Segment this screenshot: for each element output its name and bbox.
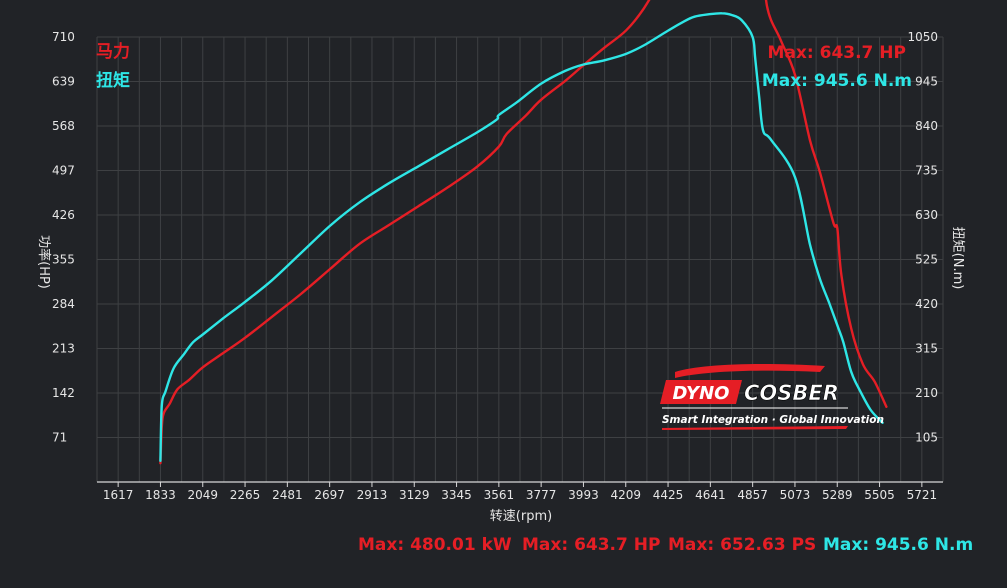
legend-torque: 扭矩 <box>96 70 130 91</box>
left-tick-label: 497 <box>52 164 75 178</box>
x-tick-label: 5721 <box>907 488 938 502</box>
right-tick-label: 420 <box>915 297 938 311</box>
legend-hp: 马力 <box>96 41 130 62</box>
footer-max-values: Max: 480.01 kW Max: 643.7 HP Max: 652.63… <box>0 535 1007 557</box>
x-tick-label: 2697 <box>314 488 345 502</box>
footer-max-ps: Max: 652.63 PS <box>668 535 817 555</box>
max-hp-corner: Max: 643.7 HP <box>768 43 906 63</box>
x-tick-label: 3561 <box>484 488 515 502</box>
footer-max-kw: Max: 480.01 kW <box>358 535 512 555</box>
x-axis-ticks: 1617 1833 2049 2265 2481 2697 2913 3129 3345 3561… <box>103 482 937 502</box>
x-tick-label: 2265 <box>230 488 261 502</box>
right-tick-label: 945 <box>915 75 938 89</box>
x-tick-label: 5289 <box>822 488 853 502</box>
footer-max-nm: Max: 945.6 N.m <box>823 535 974 555</box>
left-tick-label: 639 <box>52 75 75 89</box>
x-tick-label: 3993 <box>568 488 599 502</box>
left-tick-label: 142 <box>52 386 75 400</box>
left-tick-label: 71 <box>52 431 67 445</box>
logo-brand-right: COSBER <box>744 381 839 405</box>
dynocosber-logo: DYNO COSBER Smart Integration · Global I… <box>660 364 884 430</box>
logo-slogan: Smart Integration · Global Innovation <box>662 414 884 426</box>
right-tick-label: 105 <box>915 431 938 445</box>
logo-brand-left: DYNO <box>673 383 730 404</box>
left-tick-label: 568 <box>52 119 75 133</box>
footer-max-hp: Max: 643.7 HP <box>522 535 661 555</box>
right-tick-label: 840 <box>915 119 938 133</box>
x-tick-label: 2049 <box>187 488 218 502</box>
right-tick-label: 735 <box>915 164 938 178</box>
right-tick-label: 210 <box>915 386 938 400</box>
x-tick-label: 3345 <box>441 488 472 502</box>
right-tick-label: 525 <box>915 253 938 267</box>
x-tick-label: 3129 <box>399 488 430 502</box>
left-axis-ticks: 71 142 213 284 355 426 497 568 639 710 <box>52 30 75 445</box>
x-tick-label: 2481 <box>272 488 303 502</box>
x-tick-label: 1833 <box>145 488 176 502</box>
x-tick-label: 3777 <box>526 488 557 502</box>
right-tick-label: 1050 <box>907 30 938 44</box>
x-tick-label: 5073 <box>780 488 811 502</box>
left-tick-label: 213 <box>52 342 75 356</box>
left-tick-label: 355 <box>52 253 75 267</box>
left-tick-label: 710 <box>52 30 75 44</box>
left-axis-title: 功率(HP) <box>36 235 52 289</box>
x-tick-label: 4641 <box>695 488 726 502</box>
x-tick-label: 5505 <box>864 488 895 502</box>
right-axis-ticks: 105 210 315 420 525 630 735 840 945 1050 <box>907 30 938 445</box>
max-torque-corner: Max: 945.6 N.m <box>762 71 912 91</box>
right-axis-title: 扭矩(N.m) <box>950 227 965 290</box>
logo-swoosh <box>675 364 825 378</box>
x-tick-label: 1617 <box>103 488 134 502</box>
right-tick-label: 630 <box>915 208 938 222</box>
x-tick-label: 4425 <box>653 488 684 502</box>
x-tick-label: 4209 <box>610 488 641 502</box>
logo-underline <box>662 426 848 430</box>
x-tick-label: 2913 <box>357 488 388 502</box>
left-tick-label: 426 <box>52 208 75 222</box>
left-tick-label: 284 <box>52 297 75 311</box>
right-tick-label: 315 <box>915 342 938 356</box>
x-tick-label: 4857 <box>737 488 768 502</box>
dyno-chart: 71 142 213 284 355 426 497 568 639 710 105 210 315 4… <box>36 0 965 524</box>
x-axis-title: 转速(rpm) <box>490 509 552 524</box>
